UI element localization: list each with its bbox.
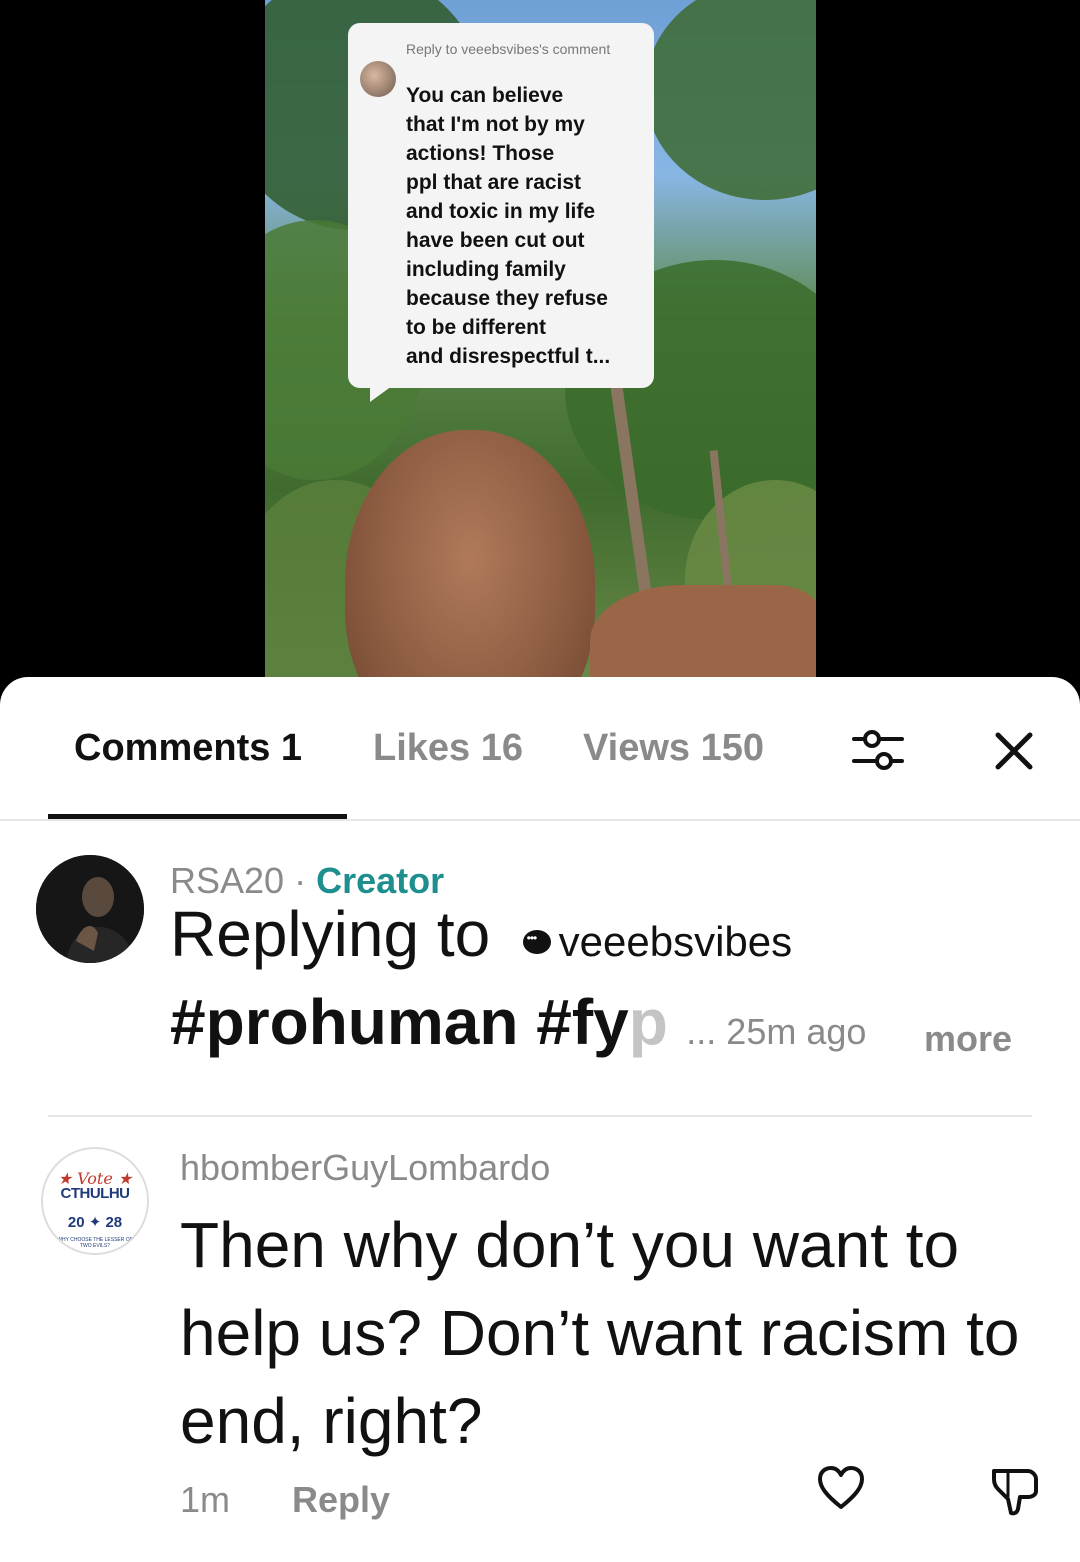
video-player[interactable]: Reply to veeebsvibes's comment You can b… bbox=[0, 0, 1080, 700]
comment-timestamp: ... 25m ago bbox=[686, 1011, 867, 1052]
avatar-logo-name: CTHULHU bbox=[60, 1185, 131, 1202]
thumbs-down-icon[interactable] bbox=[988, 1463, 1042, 1517]
comment-meta: 1m Reply bbox=[180, 1479, 390, 1521]
reply-to-comment-bubble[interactable]: Reply to veeebsvibes's comment You can b… bbox=[348, 23, 654, 402]
close-icon[interactable] bbox=[990, 727, 1038, 775]
separator: · bbox=[294, 860, 307, 901]
sliders-icon[interactable] bbox=[850, 725, 906, 775]
comment-text: Then why don’t you want to help us? Don’… bbox=[180, 1209, 1020, 1457]
tab-bar: Comments 1 Likes 16 Views 150 bbox=[0, 677, 1080, 821]
mention-link[interactable]: veeebsvibes bbox=[522, 918, 793, 965]
comment-author[interactable]: hbomberGuyLombardo bbox=[180, 1147, 550, 1189]
replying-to-label: Replying to bbox=[170, 898, 491, 970]
bubble-text: You can believe that I'm not by my actio… bbox=[406, 84, 611, 368]
more-button[interactable]: more bbox=[924, 1018, 1012, 1060]
hashtags[interactable]: #prohuman #fyp bbox=[170, 986, 668, 1058]
avatar[interactable] bbox=[36, 855, 144, 963]
hashtags-faded-text: p bbox=[628, 986, 668, 1058]
creator-badge: Creator bbox=[316, 860, 445, 901]
mention-username: veeebsvibes bbox=[558, 918, 793, 965]
chat-bubble-icon bbox=[522, 930, 551, 954]
comment-author[interactable]: RSA20 bbox=[170, 860, 284, 901]
tab-comments[interactable]: Comments 1 bbox=[74, 727, 302, 770]
comment-divider bbox=[48, 1115, 1032, 1117]
heart-icon[interactable] bbox=[816, 1463, 866, 1513]
comment-hashtags-line: #prohuman #fyp ... 25m ago bbox=[170, 985, 866, 1059]
tab-likes[interactable]: Likes 16 bbox=[373, 727, 523, 770]
tab-divider bbox=[0, 819, 1080, 821]
comment-author-line: RSA20 · Creator bbox=[170, 860, 444, 902]
reply-button[interactable]: Reply bbox=[292, 1479, 390, 1520]
person-head bbox=[345, 430, 595, 700]
hashtags-text: #prohuman #fy bbox=[170, 986, 629, 1058]
comment-timestamp: 1m bbox=[180, 1479, 231, 1520]
bubble-header: Reply to veeebsvibes's comment bbox=[406, 41, 611, 57]
comments-sheet: Comments 1 Likes 16 Views 150 RSA20 · Cr… bbox=[0, 677, 1080, 1562]
replying-to-line: Replying to veeebsvibes bbox=[170, 897, 792, 971]
avatar[interactable]: ★ Vote ★ CTHULHU 20 ✦ 28 WHY CHOOSE THE … bbox=[41, 1147, 149, 1255]
bubble-avatar bbox=[360, 61, 396, 97]
avatar-logo-sub: WHY CHOOSE THE LESSER OF TWO EVILS? bbox=[57, 1237, 133, 1249]
tab-views[interactable]: Views 150 bbox=[583, 727, 783, 770]
avatar-logo-year: 20 ✦ 28 bbox=[67, 1214, 123, 1231]
